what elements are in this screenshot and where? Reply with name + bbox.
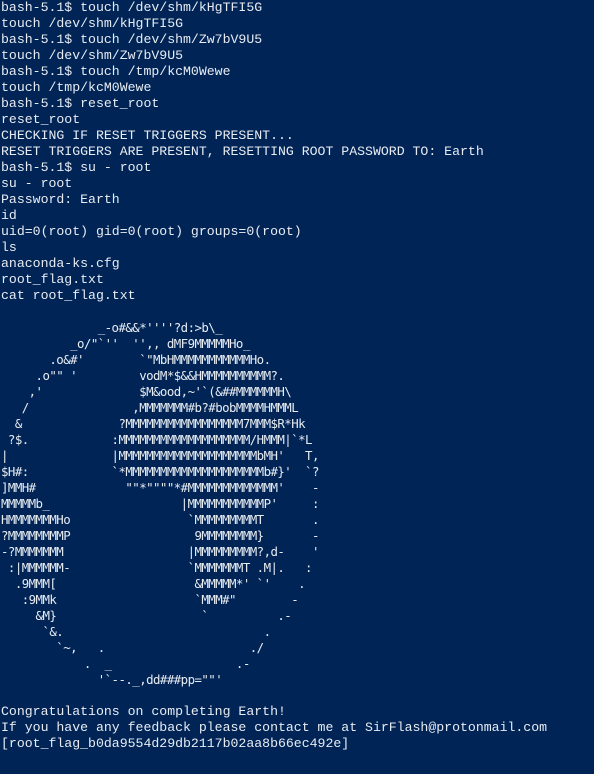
ascii-art-line: _-o#&&*''''?d:>b\_ <box>1 320 223 335</box>
ascii-art-line: :|MMMMMM- `MMMMMMMT .M|. : <box>1 560 313 575</box>
ascii-art-line: . _ .- <box>1 656 250 671</box>
terminal-line: bash-5.1$ touch /tmp/kcM0Wewe <box>1 64 231 79</box>
closing-output: Congratulations on completing Earth! If y… <box>1 704 594 752</box>
ascii-art-line: & ?MMMMMMMMMMMMMMMMM7MMM$R*Hk <box>1 416 306 431</box>
ascii-art-line: :9MMk `MMM#" - <box>1 592 299 607</box>
terminal-line: touch /dev/shm/Zw7bV9U5 <box>1 48 184 63</box>
ascii-art-line: $H#: `*MMMMMMMMMMMMMMMMMMMMb#}' `? <box>1 464 319 479</box>
ascii-art-line <box>1 304 594 320</box>
ascii-art-line: / ,MMMMMMM#b?#bobMMMMHMMML <box>1 400 299 415</box>
ascii-art-earth: _-o#&&*''''?d:>b\_ _o/"`'' '',, dMF9MMMM… <box>1 304 594 688</box>
terminal-line: anaconda-ks.cfg <box>1 256 120 271</box>
ascii-art-line: | |MMMMMMMMMMMMMMMMMMMMbMH' T, <box>1 448 319 463</box>
terminal-line: id <box>1 208 17 223</box>
terminal-line: Password: Earth <box>1 192 120 207</box>
terminal-line: touch /dev/shm/kHgTFI5G <box>1 16 184 31</box>
ascii-art-line: .o"" ' vodM*$&&HMMMMMMMMMM?. <box>1 368 285 383</box>
terminal-line: CHECKING IF RESET TRIGGERS PRESENT... <box>1 128 294 143</box>
terminal-line: touch /tmp/kcM0Wewe <box>1 80 152 95</box>
terminal-line: ls <box>1 240 17 255</box>
ascii-art-line: MMMMMb_ |MMMMMMMMMMMP' : <box>1 496 319 511</box>
terminal-line: reset_root <box>1 112 81 127</box>
ascii-art-line: '`--._,dd###pp=""' <box>1 672 223 687</box>
session-output: bash-5.1$ touch /dev/shm/kHgTFI5G touch /… <box>1 0 594 304</box>
ascii-art-line: ,' $M&ood,~'`(&##MMMMMMH\ <box>1 384 292 399</box>
ascii-art-line: _o/"`'' '',, dMF9MMMMMHo_ <box>1 336 250 351</box>
terminal-line: Congratulations on completing Earth! <box>1 704 286 719</box>
ascii-art-line: `~, . ./ <box>1 640 264 655</box>
terminal-window[interactable]: bash-5.1$ touch /dev/shm/kHgTFI5G touch /… <box>0 0 594 774</box>
terminal-line: bash-5.1$ reset_root <box>1 96 160 111</box>
terminal-line: [root_flag_b0da9554d29db2117b02aa8b66ec4… <box>1 736 350 751</box>
ascii-art-line: ?MMMMMMMMP 9MMMMMMMM} - <box>1 528 319 543</box>
terminal-line: root_flag.txt <box>1 272 104 287</box>
ascii-art-line: `&. . <box>1 624 271 639</box>
terminal-line: bash-5.1$ touch /dev/shm/kHgTFI5G <box>1 0 263 15</box>
terminal-line: cat root_flag.txt <box>1 288 136 303</box>
ascii-art-line: ]MMH# ""*""""*#MMMMMMMMMMMMM' - <box>1 480 319 495</box>
terminal-line: bash-5.1$ touch /dev/shm/Zw7bV9U5 <box>1 32 263 47</box>
ascii-art-line: ?$. :MMMMMMMMMMMMMMMMMMM/HMMM|`*L <box>1 432 313 447</box>
ascii-art-line: &M} ` .- <box>1 608 292 623</box>
ascii-art-line: .9MMM[ &MMMMM*' `' . <box>1 576 306 591</box>
terminal-line: bash-5.1$ su - root <box>1 160 152 175</box>
ascii-art-line: .o&#' `"MbHMMMMMMMMMMMHo. <box>1 352 271 367</box>
terminal-line: uid=0(root) gid=0(root) groups=0(root) <box>1 224 302 239</box>
terminal-line: su - root <box>1 176 73 191</box>
ascii-art-line: -?MMMMMMM |MMMMMMMMM?,d- ' <box>1 544 319 559</box>
terminal-line: RESET TRIGGERS ARE PRESENT, RESETTING RO… <box>1 144 484 159</box>
ascii-art-line: HMMMMMMMHo `MMMMMMMMMT . <box>1 512 319 527</box>
terminal-line: If you have any feedback please contact … <box>1 720 548 735</box>
